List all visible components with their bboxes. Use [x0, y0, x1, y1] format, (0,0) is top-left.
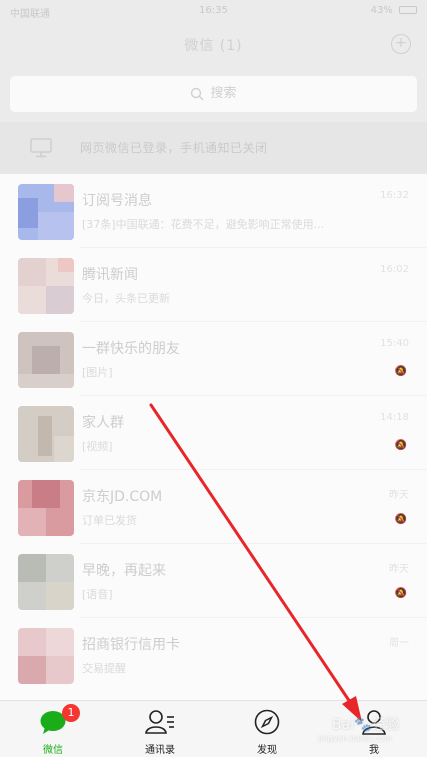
- avatar: [18, 406, 74, 462]
- monitor-icon: [30, 138, 52, 158]
- chat-time: 16:32: [380, 190, 409, 201]
- chat-preview: 订单已发货: [82, 514, 137, 527]
- desktop-login-banner[interactable]: 网页微信已登录，手机通知已关闭: [0, 122, 427, 174]
- chat-time: 周一: [389, 638, 409, 649]
- avatar: [18, 258, 74, 314]
- tab-bar: 1 微信 通讯录 发现 我: [0, 700, 427, 757]
- unread-badge: 1: [62, 704, 80, 722]
- tab-label: 通讯录: [145, 745, 175, 756]
- status-bar: 中国联通 16:35 43%: [0, 0, 427, 22]
- chat-preview: [视频]: [82, 440, 113, 453]
- avatar: [18, 184, 74, 240]
- contacts-icon: [145, 710, 174, 734]
- chat-name: 订阅号消息: [82, 193, 152, 209]
- nav-bar: 微信 (1) +: [0, 22, 427, 66]
- chat-name: 京东JD.COM: [82, 489, 163, 505]
- tab-label: 发现: [257, 745, 277, 756]
- chat-time: 14:18: [380, 412, 409, 423]
- chat-name: 腾讯新闻: [82, 267, 138, 283]
- avatar: [18, 480, 74, 536]
- tab-label: 微信: [43, 745, 63, 756]
- tab-chats[interactable]: 1 微信: [0, 701, 106, 757]
- mute-icon: 🔕: [394, 514, 407, 525]
- battery-percent: 43%: [370, 5, 393, 16]
- chat-name: 家人群: [82, 415, 124, 431]
- battery-icon: [399, 6, 417, 14]
- search-area: 搜索: [0, 66, 427, 122]
- add-plus-icon[interactable]: +: [391, 34, 411, 54]
- tab-me[interactable]: 我: [321, 701, 427, 757]
- battery-status: 43%: [371, 5, 417, 16]
- chat-row[interactable]: 腾讯新闻 今日，头条已更新 16:02: [0, 248, 427, 322]
- chat-list: 订阅号消息 [37条]中国联通：花费不足，避免影响正常使用... 16:32 腾…: [0, 174, 427, 700]
- avatar: [18, 554, 74, 610]
- chat-row[interactable]: 订阅号消息 [37条]中国联通：花费不足，避免影响正常使用... 16:32: [0, 174, 427, 248]
- chat-preview: [图片]: [82, 366, 113, 379]
- avatar: [18, 332, 74, 388]
- tab-discover[interactable]: 发现: [214, 701, 320, 757]
- mute-icon: 🔕: [394, 588, 407, 599]
- chat-row[interactable]: 京东JD.COM 订单已发货 昨天 🔕: [0, 470, 427, 544]
- chat-preview: 交易提醒: [82, 662, 126, 675]
- tab-label: 我: [369, 745, 379, 756]
- chat-preview: 今日，头条已更新: [82, 292, 170, 305]
- chat-row[interactable]: 家人群 [视频] 14:18 🔕: [0, 396, 427, 470]
- search-icon: [191, 87, 204, 100]
- tab-contacts[interactable]: 通讯录: [107, 701, 213, 757]
- mute-icon: 🔕: [394, 366, 407, 377]
- chat-time: 昨天: [389, 564, 409, 575]
- chat-row[interactable]: 一群快乐的朋友 [图片] 15:40 🔕: [0, 322, 427, 396]
- chat-name: 一群快乐的朋友: [82, 341, 180, 357]
- banner-text: 网页微信已登录，手机通知已关闭: [80, 141, 268, 155]
- mute-icon: 🔕: [394, 440, 407, 451]
- person-icon: [362, 710, 386, 735]
- chat-time: 16:02: [380, 264, 409, 275]
- chat-time: 昨天: [389, 490, 409, 501]
- chat-row[interactable]: 招商银行信用卡 交易提醒 周一: [0, 618, 427, 692]
- avatar: [18, 628, 74, 684]
- search-input[interactable]: 搜索: [10, 76, 417, 112]
- compass-icon: [254, 709, 280, 735]
- chat-row[interactable]: 早晚，再起来 [语音] 昨天 🔕: [0, 544, 427, 618]
- page-title: 微信 (1): [184, 38, 243, 54]
- chat-preview: [37条]中国联通：花费不足，避免影响正常使用...: [82, 218, 325, 231]
- search-placeholder: 搜索: [210, 86, 237, 101]
- chat-name: 早晚，再起来: [82, 563, 166, 579]
- chat-time: 15:40: [380, 338, 409, 349]
- clock: 16:35: [199, 5, 228, 16]
- chat-preview: [语音]: [82, 588, 113, 601]
- chat-name: 招商银行信用卡: [82, 637, 180, 653]
